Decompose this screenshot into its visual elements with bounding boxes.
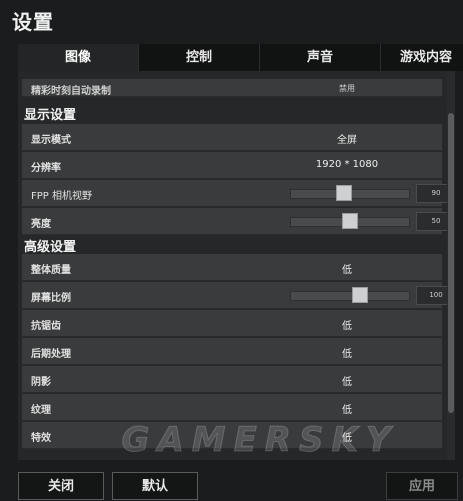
setting-value[interactable]: 低 <box>262 261 432 276</box>
brightness-slider[interactable] <box>290 213 410 229</box>
setting-label: 精彩时刻自动录制 <box>31 86 111 97</box>
settings-panel: 精彩时刻自动录制 禁用 显示设置 显示模式 全屏 分辨率 1920 * 1080… <box>18 71 455 460</box>
scrollbar-thumb[interactable] <box>448 113 454 413</box>
setting-value[interactable]: 低 <box>262 317 432 332</box>
row-post-processing[interactable]: 后期处理 低 <box>22 338 442 365</box>
tab-gameplay[interactable]: 游戏内容 <box>381 44 463 71</box>
setting-value[interactable]: 低 <box>262 401 432 416</box>
setting-value[interactable]: 低 <box>262 373 432 388</box>
setting-label: 整体质量 <box>31 265 71 276</box>
screen-scale-slider[interactable] <box>290 287 410 303</box>
row-resolution[interactable]: 分辨率 1920 * 1080 <box>22 152 442 179</box>
row-replay-recording[interactable]: 精彩时刻自动录制 禁用 <box>22 79 442 97</box>
scrollbar[interactable] <box>447 71 455 460</box>
row-screen-scale: 屏幕比例 100 <box>22 282 455 309</box>
setting-value[interactable]: 低 <box>262 345 432 360</box>
tab-controls[interactable]: 控制 <box>139 44 260 71</box>
fov-slider[interactable] <box>290 185 410 201</box>
setting-label: 阴影 <box>31 377 51 388</box>
setting-label: 纹理 <box>31 405 51 416</box>
apply-button[interactable]: 应用 <box>386 472 458 500</box>
close-button[interactable]: 关闭 <box>18 472 104 500</box>
row-overall-quality[interactable]: 整体质量 低 <box>22 254 442 281</box>
setting-label: 分辨率 <box>31 163 61 174</box>
slider-thumb[interactable] <box>336 185 352 201</box>
bottom-bar: 关闭 默认 应用 <box>0 462 463 500</box>
setting-label: 抗锯齿 <box>31 321 61 332</box>
row-shadows[interactable]: 阴影 低 <box>22 366 442 393</box>
default-button[interactable]: 默认 <box>112 472 198 500</box>
setting-label: 特效 <box>31 433 51 444</box>
row-display-mode[interactable]: 显示模式 全屏 <box>22 124 442 151</box>
tab-sound[interactable]: 声音 <box>260 44 381 71</box>
row-anti-aliasing[interactable]: 抗锯齿 低 <box>22 310 442 337</box>
setting-label: 屏幕比例 <box>31 293 71 304</box>
tab-bar: 图像 控制 声音 游戏内容 <box>18 44 463 71</box>
row-fpp-fov: FPP 相机视野 90 <box>22 180 455 207</box>
setting-label: 显示模式 <box>31 135 71 146</box>
setting-label: 亮度 <box>31 219 51 230</box>
setting-value[interactable]: 1920 * 1080 <box>262 159 432 170</box>
window-title: 设置 <box>12 10 54 34</box>
slider-thumb[interactable] <box>352 287 368 303</box>
watermark-logo: GAMERSKY <box>121 420 399 461</box>
setting-label: 后期处理 <box>31 349 71 360</box>
tab-graphics[interactable]: 图像 <box>18 44 139 71</box>
setting-value: 禁用 <box>339 84 355 93</box>
slider-thumb[interactable] <box>342 213 358 229</box>
row-brightness: 亮度 50 <box>22 208 455 235</box>
setting-value[interactable]: 全屏 <box>262 131 432 146</box>
setting-label: FPP 相机视野 <box>31 191 92 202</box>
row-textures[interactable]: 纹理 低 <box>22 394 442 421</box>
section-header-display: 显示设置 <box>24 108 77 123</box>
section-header-advanced: 高级设置 <box>24 240 77 255</box>
